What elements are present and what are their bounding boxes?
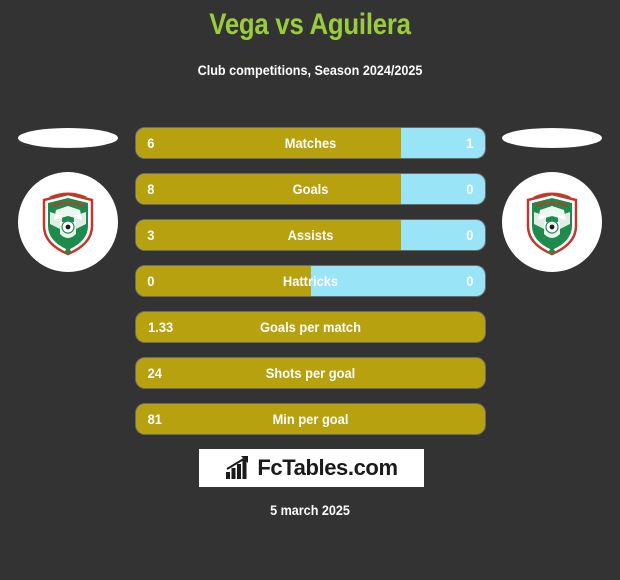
marathon-crest-icon xyxy=(526,192,578,256)
stat-bar-home-fill xyxy=(136,404,485,434)
stat-row: 24 Shots per goal xyxy=(136,358,485,388)
page-title: Vega vs Aguilera xyxy=(209,8,411,41)
stat-row: 6 Matches 1 xyxy=(136,128,485,158)
stat-bar-track xyxy=(136,404,485,434)
stat-bar-track xyxy=(136,128,485,158)
bar-chart-arrow-icon xyxy=(226,456,249,479)
stat-bar-home-fill xyxy=(136,266,311,296)
stat-bar-track xyxy=(136,220,485,250)
report-date: 5 march 2025 xyxy=(270,502,350,518)
marathon-crest-icon xyxy=(42,192,94,256)
fctables-logo[interactable]: FcTables.com xyxy=(199,449,424,487)
badge-ellipse-left xyxy=(18,128,118,148)
stats-comparison-list: 6 Matches 1 8 Goals 0 3 Assists 0 0 Hattricks 0 1.33… xyxy=(136,128,485,450)
away-club-badge xyxy=(500,126,604,286)
home-crest-circle xyxy=(18,172,118,272)
stat-bar-home-fill xyxy=(136,220,402,250)
stat-row: 8 Goals 0 xyxy=(136,174,485,204)
stat-bar-track xyxy=(136,174,485,204)
stat-row: 81 Min per goal xyxy=(136,404,485,434)
stat-row: 1.33 Goals per match xyxy=(136,312,485,342)
stat-bar-home-fill xyxy=(136,174,402,204)
brand-text: FcTables.com xyxy=(257,455,398,480)
away-crest-circle xyxy=(502,172,602,272)
page-subtitle: Club competitions, Season 2024/2025 xyxy=(197,62,423,78)
stat-bar-track xyxy=(136,266,485,296)
badge-ellipse-right xyxy=(502,128,602,148)
stat-bar-track xyxy=(136,358,485,388)
stat-bar-home-fill xyxy=(136,312,485,342)
stat-bar-track xyxy=(136,312,485,342)
stat-bar-home-fill xyxy=(136,358,485,388)
stat-bar-home-fill xyxy=(136,128,402,158)
home-club-badge xyxy=(16,126,120,286)
stat-row: 3 Assists 0 xyxy=(136,220,485,250)
stat-row: 0 Hattricks 0 xyxy=(136,266,485,296)
